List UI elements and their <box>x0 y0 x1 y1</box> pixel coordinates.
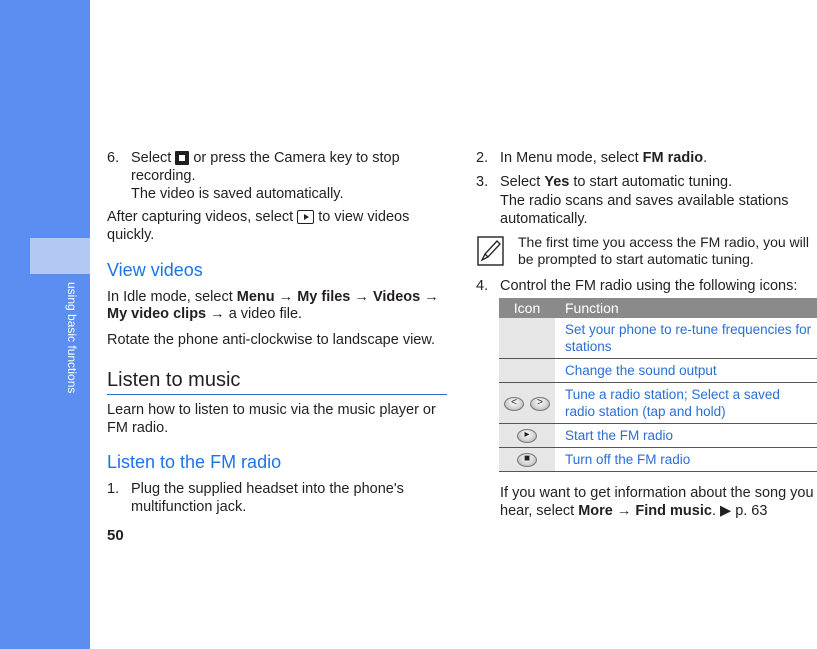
yes-label: Yes <box>544 174 570 190</box>
listen-music-line-1: Learn how to listen to music via the mus… <box>107 402 436 418</box>
table-cell-function: Set your phone to re-tune frequencies fo… <box>555 318 817 359</box>
step-2-post: . <box>703 150 708 166</box>
step-6-pre: Select <box>131 150 176 166</box>
page-number: 50 <box>107 527 124 544</box>
table-header-function: Function <box>555 298 817 318</box>
view-videos-line-1: In Idle mode, select Menu → My files → V… <box>107 288 439 306</box>
step-4-number: 4. <box>476 278 489 294</box>
table-cell-icon <box>499 318 555 359</box>
after-capturing-line-2: quickly. <box>107 227 155 243</box>
after-pre: After capturing videos, select <box>107 209 298 225</box>
note-line-2: be prompted to start automatic tuning. <box>518 251 754 267</box>
table-cell-icon: ▸ <box>499 423 555 448</box>
after-post: to view videos <box>314 209 410 225</box>
step-1-line-2: multifunction jack. <box>131 499 247 515</box>
my-video-clips-label: My video clips <box>107 306 207 322</box>
step-3-pre: Select <box>500 174 545 190</box>
listen-to-music-heading: Listen to music <box>107 369 241 391</box>
view-videos-line-2: My video clips → a video file. <box>107 305 302 323</box>
table-cell-function: Turn off the FM radio <box>555 447 817 472</box>
fm-radio-label: FM radio <box>642 150 704 166</box>
videos-label: Videos <box>372 289 421 305</box>
note-line-1: The first time you access the FM radio, … <box>518 234 809 250</box>
table-cell-function: Start the FM radio <box>555 423 817 448</box>
heading-rule <box>107 394 447 395</box>
footer-line-2: hear, select More → Find music. ▶ p. 63 <box>500 502 767 520</box>
table-cell-icon: < > <box>499 382 555 424</box>
step-3-post: to start automatic tuning. <box>569 174 733 190</box>
table-cell-icon: ■ <box>499 447 555 472</box>
stop-icon: ■ <box>517 453 537 468</box>
fm-radio-heading: Listen to the FM radio <box>107 452 282 472</box>
step-4-text: Control the FM radio using the following… <box>500 278 798 294</box>
view-videos-post: a video file. <box>228 306 303 322</box>
stop-icon <box>175 151 190 165</box>
step-3-line-3: automatically. <box>500 211 588 227</box>
step-6-line-1: Select or press the Camera key to stop <box>131 149 400 167</box>
step-1-number: 1. <box>107 481 120 497</box>
arrow-icon: → <box>278 289 294 305</box>
table-row: ▸ Start the FM radio <box>499 423 817 448</box>
step-2-text: In Menu mode, select FM radio. <box>500 149 707 167</box>
table-row: ■ Turn off the FM radio <box>499 447 817 472</box>
arrow-icon: → <box>616 503 632 519</box>
step-3-text: Select Yes to start automatic tuning. <box>500 173 732 191</box>
arrow-icon: → <box>424 289 439 305</box>
table-header-row: Icon Function <box>499 298 817 318</box>
rotate-text: Rotate the phone anti-clockwise to lands… <box>107 332 436 348</box>
table-header-icon: Icon <box>499 298 555 318</box>
table-cell-function: Change the sound output <box>555 358 817 383</box>
table-cell-icon <box>499 358 555 383</box>
play-icon <box>297 210 315 224</box>
step-2-number: 2. <box>476 150 489 166</box>
step-2-pre: In Menu mode, select <box>500 150 643 166</box>
previous-icon: < <box>504 396 524 411</box>
view-videos-heading: View videos <box>107 260 203 280</box>
listen-music-line-2: FM radio. <box>107 420 169 436</box>
menu-label: Menu <box>236 289 275 305</box>
step-3-line-2: The radio scans and saves available stat… <box>500 193 789 209</box>
sidebar-tab <box>30 238 90 274</box>
footer-line-1: If you want to get information about the… <box>500 485 814 501</box>
step-6-post: or press the Camera key to stop <box>189 150 400 166</box>
view-videos-pre: In Idle mode, select <box>107 289 237 305</box>
step-6-number: 6. <box>107 150 120 166</box>
note-pencil-icon <box>477 236 504 266</box>
my-files-label: My files <box>297 289 351 305</box>
after-capturing-line-1: After capturing videos, select to view v… <box>107 208 409 226</box>
table-row: Change the sound output <box>499 358 817 383</box>
footer-pre: hear, select <box>500 503 579 519</box>
table-row: < > Tune a radio station; Select a saved … <box>499 382 817 424</box>
more-label: More <box>578 503 613 519</box>
table-row: Set your phone to re-tune frequencies fo… <box>499 318 817 359</box>
table-cell-function: Tune a radio station; Select a saved rad… <box>555 382 817 424</box>
step-6-line-2: recording. <box>131 168 196 184</box>
step-3-number: 3. <box>476 174 489 190</box>
footer-post: . ▶ p. 63 <box>711 503 768 519</box>
play-icon: ▸ <box>517 429 537 444</box>
step-6-line-3: The video is saved automatically. <box>131 186 344 202</box>
arrow-icon: → <box>210 306 225 322</box>
next-icon: > <box>530 396 550 411</box>
sidebar-section-label: using basic functions <box>65 282 79 394</box>
step-1-line-1: Plug the supplied headset into the phone… <box>131 481 404 497</box>
find-music-label: Find music <box>635 503 712 519</box>
arrow-icon: → <box>354 289 369 305</box>
radio-icons-table: Icon Function Set your phone to re-tune … <box>499 298 817 472</box>
